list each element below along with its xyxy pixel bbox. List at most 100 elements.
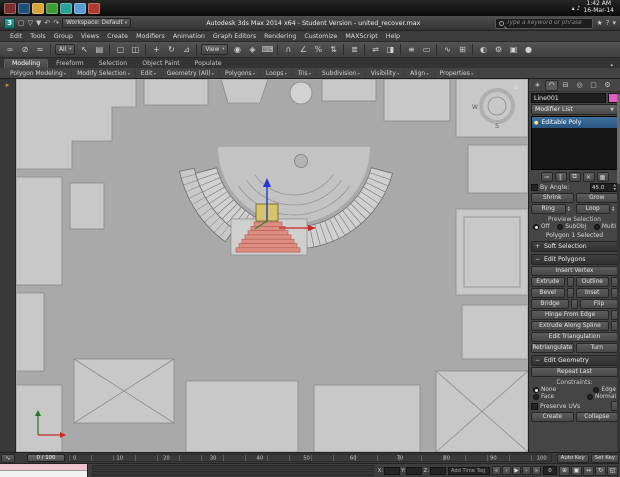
constraint-face-radio[interactable]: Face <box>533 394 554 400</box>
mini-curve-editor-button[interactable]: ∿ <box>1 453 15 463</box>
select-and-manipulate-icon[interactable]: ◈ <box>245 43 259 56</box>
rendered-frame-icon[interactable]: ▣ <box>506 43 520 56</box>
taskbar-app-icon-7[interactable] <box>88 2 100 14</box>
new-scene-icon[interactable]: ▢ <box>18 19 25 27</box>
favorites-star-icon[interactable]: ★ <box>596 19 602 27</box>
soft-selection-rollout[interactable]: + Soft Selection <box>531 241 618 252</box>
select-and-rotate-icon[interactable]: ↻ <box>164 43 178 56</box>
ring-spinner[interactable]: ▲ ▼ <box>568 205 574 212</box>
menu-item[interactable]: Create <box>103 33 132 40</box>
taskbar-app-icon-3[interactable] <box>32 2 44 14</box>
ribbon-toggle-icon[interactable]: ▭ <box>419 43 433 56</box>
object-name-field[interactable]: Line001 <box>531 93 606 103</box>
viewport[interactable]: S W ⌂ <box>16 79 528 452</box>
ribbon-panel[interactable]: Modify Selection <box>72 69 136 77</box>
orbit-icon[interactable]: ↻ <box>595 465 606 476</box>
ribbon-panel[interactable]: Visibility <box>366 69 406 77</box>
zoom-icon[interactable]: ⊕ <box>559 465 570 476</box>
ribbon-tab[interactable]: Modeling <box>4 59 49 68</box>
edit-triangulation-button[interactable]: Edit Triangulation <box>531 332 618 342</box>
add-time-tag[interactable]: Add Time Tag <box>448 466 490 475</box>
preview-multi-radio[interactable]: Multi <box>593 224 616 230</box>
pan-icon[interactable]: ↔ <box>583 465 594 476</box>
ribbon-panel[interactable]: Geometry (All) <box>162 69 220 77</box>
tray-expand-icon[interactable]: ▴ <box>572 5 575 12</box>
reference-coordinate-dropdown[interactable]: View ▾ <box>201 44 229 55</box>
go-to-start-icon[interactable]: « <box>492 466 501 475</box>
bind-to-space-warp-icon[interactable]: ≈ <box>33 43 47 56</box>
infocenter-search[interactable] <box>495 17 594 29</box>
extrude-button[interactable]: Extrude <box>531 277 565 287</box>
grow-button[interactable]: Grow <box>575 193 618 203</box>
menu-item[interactable]: Modifiers <box>132 33 169 40</box>
preview-off-radio[interactable]: Off <box>533 224 550 230</box>
material-editor-icon[interactable]: ◐ <box>476 43 490 56</box>
undo-icon[interactable]: ↶ <box>44 19 50 27</box>
hierarchy-tab-icon[interactable]: ⊟ <box>559 80 572 91</box>
ribbon-tab[interactable]: Populate <box>188 60 229 68</box>
collapse-button[interactable]: Collapse <box>575 412 618 422</box>
system-clock[interactable]: 1:42 AM 16-Mar-14 <box>583 0 616 15</box>
keyboard-shortcut-override-icon[interactable]: ⌨ <box>260 43 274 56</box>
help-icon[interactable]: ? <box>606 19 610 27</box>
menu-item[interactable]: Edit <box>6 33 26 40</box>
save-file-icon[interactable]: ▼ <box>36 19 41 27</box>
ribbon-tab[interactable]: Object Paint <box>135 60 186 68</box>
modifier-list-dropdown[interactable]: Modifier List ▼ <box>531 104 618 115</box>
modify-tab-icon[interactable]: ◠ <box>545 79 558 91</box>
create-button[interactable]: Create <box>531 412 574 422</box>
listener-script-row[interactable] <box>0 471 87 477</box>
stack-item-editable-poly[interactable]: ● Editable Poly <box>532 117 617 128</box>
ribbon-panel[interactable]: Edit <box>136 69 162 77</box>
redo-icon[interactable]: ↷ <box>53 19 59 27</box>
constraint-normal-radio[interactable]: Normal <box>587 394 616 400</box>
loop-button[interactable]: Loop <box>575 204 610 214</box>
ribbon-panel[interactable]: Subdivision <box>317 69 366 77</box>
modifier-stack[interactable]: ● Editable Poly <box>531 116 618 170</box>
zoom-extents-icon[interactable]: ▣ <box>571 465 582 476</box>
ribbon-panel[interactable]: Polygons <box>220 69 261 77</box>
render-setup-icon[interactable]: ⚙ <box>491 43 505 56</box>
spinner-snap-icon[interactable]: ⇅ <box>326 43 340 56</box>
x-coordinate-field[interactable] <box>384 466 401 475</box>
display-tab-icon[interactable]: ▢ <box>587 80 600 91</box>
menu-item[interactable]: MAXScript <box>341 33 381 40</box>
time-slider[interactable]: 0 / 100 <box>27 454 65 462</box>
constraint-none-radio[interactable]: None <box>533 387 556 393</box>
select-and-move-icon[interactable]: + <box>149 43 163 56</box>
menu-item[interactable]: Customize <box>300 33 341 40</box>
open-file-icon[interactable]: ▽ <box>28 19 33 27</box>
outline-button[interactable]: Outline <box>575 277 609 287</box>
select-and-scale-icon[interactable]: ⊿ <box>179 43 193 56</box>
menu-item[interactable]: Views <box>77 33 103 40</box>
menu-item[interactable]: Tools <box>26 33 50 40</box>
by-angle-checkbox[interactable] <box>531 184 538 191</box>
render-production-icon[interactable]: ● <box>521 43 535 56</box>
by-angle-spinner[interactable]: 45.0 ▲ ▼ <box>590 183 618 192</box>
motion-tab-icon[interactable]: ◎ <box>573 80 586 91</box>
menu-item[interactable]: Animation <box>169 33 209 40</box>
viewcube-home-icon[interactable]: ⌂ <box>514 83 518 91</box>
bridge-button[interactable]: Bridge <box>531 299 569 309</box>
hinge-from-edge-button[interactable]: Hinge From Edge <box>531 310 609 320</box>
utilities-tab-icon[interactable]: ⚙ <box>601 80 614 91</box>
play-animation-icon[interactable]: ▶ <box>512 466 521 475</box>
select-object-icon[interactable]: ↖ <box>77 43 91 56</box>
taskbar-app-icon-2[interactable] <box>18 2 30 14</box>
selection-filter-dropdown[interactable]: All ▾ <box>55 44 76 55</box>
named-selection-sets-icon[interactable]: ≣ <box>347 43 361 56</box>
taskbar-app-icon-6[interactable] <box>74 2 86 14</box>
ribbon-panel[interactable]: Loops <box>261 69 293 77</box>
ribbon-panel[interactable]: Properties <box>435 69 480 77</box>
angle-snap-icon[interactable]: ∠ <box>296 43 310 56</box>
rectangular-selection-region-icon[interactable]: ▢ <box>113 43 127 56</box>
viewport-layout-tabs[interactable]: ▸ <box>0 79 16 452</box>
listener-macro-row[interactable] <box>0 464 87 471</box>
turn-button[interactable]: Turn <box>575 343 618 353</box>
viewport-layout-arrow-icon[interactable]: ▸ <box>6 81 10 89</box>
ribbon-panel[interactable]: Polygon Modeling <box>5 69 73 77</box>
next-frame-icon[interactable]: › <box>522 466 531 475</box>
z-coordinate-field[interactable] <box>430 466 446 475</box>
ribbon-panel[interactable]: Align <box>405 69 435 77</box>
curve-editor-icon[interactable]: ∿ <box>440 43 454 56</box>
